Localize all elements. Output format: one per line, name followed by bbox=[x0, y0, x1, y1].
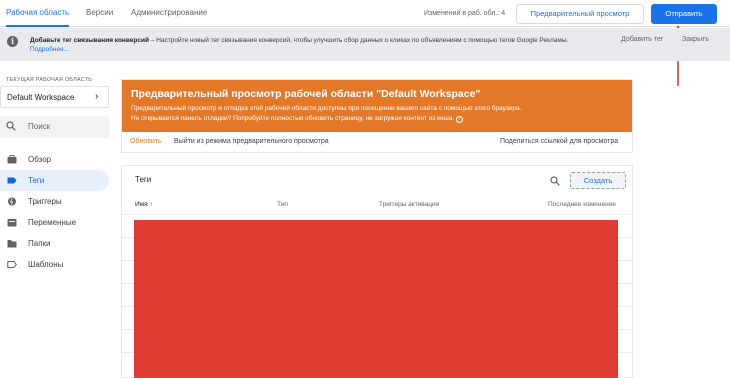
sidebar-item-label: Триггеры bbox=[28, 197, 62, 206]
preview-header: Предварительный просмотр рабочей области… bbox=[122, 80, 632, 132]
preview-line-1: Предварительный просмотр и отладка этой … bbox=[131, 105, 522, 112]
notification-title: Добавьте тег связывания конверсий bbox=[30, 37, 149, 44]
briefcase-icon bbox=[7, 155, 17, 164]
submit-button[interactable]: Отправить bbox=[651, 4, 717, 24]
help-icon[interactable]: ? bbox=[456, 116, 464, 123]
workspace-caption: ТЕКУЩАЯ РАБОЧАЯ ОБЛАСТЬ bbox=[6, 77, 93, 83]
notification-body: – Настройте новый тег связывания конверс… bbox=[148, 37, 569, 44]
column-header-last-modified[interactable]: Последнее изменение bbox=[548, 201, 616, 208]
tags-title: Теги bbox=[135, 175, 152, 184]
sidebar-item-variables[interactable]: Переменные bbox=[0, 212, 109, 233]
preview-title: Предварительный просмотр рабочей области… bbox=[131, 88, 481, 100]
tags-card: Теги Создать Имя ↑ Тип Триггеры активаци… bbox=[121, 165, 633, 378]
preview-description: Предварительный просмотр и отладка этой … bbox=[131, 104, 611, 124]
sidebar-item-label: Переменные bbox=[28, 218, 77, 227]
sidebar-item-triggers[interactable]: Триггеры bbox=[0, 191, 109, 212]
search-icon bbox=[6, 121, 16, 131]
notification-bar: i Добавьте тег связывания конверсий – На… bbox=[0, 28, 730, 61]
sidebar-item-tags[interactable]: Теги bbox=[0, 170, 109, 191]
preview-line-2: Не открывается панель отладки? Попробуйт… bbox=[131, 115, 455, 122]
tag-icon bbox=[7, 177, 17, 184]
sidebar-search[interactable]: Поиск bbox=[0, 116, 109, 138]
sidebar-item-label: Папки bbox=[28, 239, 51, 248]
workspace-name: Default Workspace bbox=[7, 93, 75, 102]
preview-panel: Предварительный просмотр рабочей области… bbox=[121, 79, 633, 153]
tab-workspace[interactable]: Рабочая область bbox=[6, 0, 70, 27]
workspace-changes-count: Изменений в раб. обл.: 4 bbox=[424, 10, 506, 17]
refresh-link[interactable]: Обновить bbox=[130, 138, 162, 145]
variable-icon bbox=[7, 219, 17, 227]
add-tag-button[interactable]: Добавить тег bbox=[621, 36, 663, 43]
row-divider bbox=[122, 214, 632, 215]
search-icon[interactable] bbox=[550, 176, 560, 186]
column-header-name[interactable]: Имя ↑ bbox=[135, 201, 153, 208]
workspace-selector[interactable]: Default Workspace › bbox=[0, 86, 109, 108]
sidebar-item-label: Теги bbox=[28, 176, 45, 185]
trigger-icon bbox=[8, 197, 16, 206]
exit-preview-link[interactable]: Выйти из режима предварительного просмот… bbox=[174, 138, 329, 145]
create-tag-button[interactable]: Создать bbox=[570, 172, 626, 189]
sidebar-item-label: Обзор bbox=[28, 155, 52, 164]
sidebar-item-label: Шаблоны bbox=[28, 260, 64, 269]
info-icon: i bbox=[7, 36, 18, 47]
search-placeholder: Поиск bbox=[28, 122, 51, 131]
chevron-right-icon: › bbox=[95, 91, 99, 102]
tab-admin[interactable]: Администрирование bbox=[131, 0, 207, 27]
close-notification-button[interactable]: Закрыть bbox=[682, 36, 709, 43]
sidebar-item-folders[interactable]: Папки bbox=[0, 233, 109, 254]
column-header-type[interactable]: Тип bbox=[277, 201, 288, 208]
sidebar-item-overview[interactable]: Обзор bbox=[0, 149, 109, 170]
redacted-tag-list bbox=[134, 220, 618, 378]
notification-text: Добавьте тег связывания конверсий – Наст… bbox=[30, 36, 615, 54]
tab-versions[interactable]: Версии bbox=[86, 0, 113, 27]
share-preview-link[interactable]: Поделиться ссылкой для просмотра bbox=[500, 138, 618, 145]
column-header-triggers[interactable]: Триггеры активации bbox=[379, 201, 439, 208]
template-icon bbox=[7, 261, 17, 268]
top-bar: Рабочая область Версии Администрирование… bbox=[0, 0, 730, 27]
sidebar-item-templates[interactable]: Шаблоны bbox=[0, 254, 109, 275]
preview-button[interactable]: Предварительный просмотр bbox=[516, 4, 644, 24]
learn-more-link[interactable]: Подробнее... bbox=[30, 46, 69, 53]
folder-icon bbox=[7, 240, 17, 248]
